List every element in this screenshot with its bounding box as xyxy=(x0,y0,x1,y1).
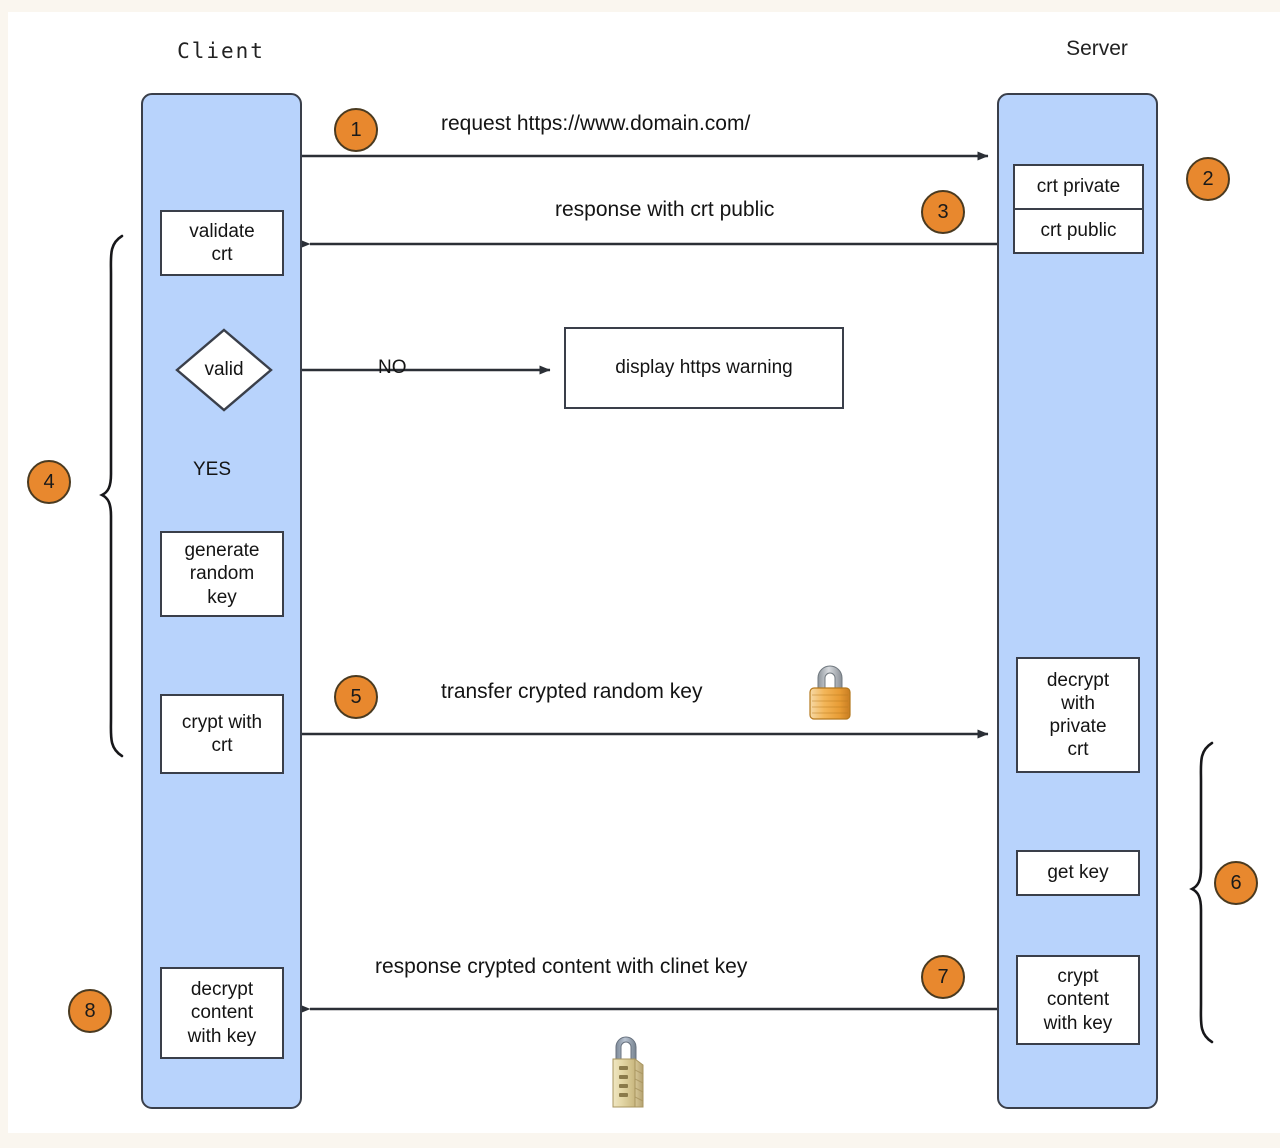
message-transfer-key: transfer crypted random key xyxy=(441,680,703,703)
node-generate-random-key: generate random key xyxy=(160,531,284,617)
badge-5: 5 xyxy=(334,675,378,719)
badge-8: 8 xyxy=(68,989,112,1033)
badge-2: 2 xyxy=(1186,157,1230,201)
badge-6: 6 xyxy=(1214,861,1258,905)
label-no: NO xyxy=(378,357,407,378)
combination-padlock-icon xyxy=(602,1031,650,1109)
node-decrypt-with-private-crt: decrypt with private crt xyxy=(1016,657,1140,773)
message-cert-response: response with crt public xyxy=(555,198,775,221)
brace-server-group xyxy=(1189,741,1214,1044)
message-request: request https://www.domain.com/ xyxy=(441,112,751,135)
node-crypt-content-with-key: crypt content with key xyxy=(1016,955,1140,1045)
node-cert-stack: crt private crt public xyxy=(1013,164,1144,254)
lane-title-client: Client xyxy=(177,39,265,63)
node-get-key: get key xyxy=(1016,850,1140,896)
message-response-content: response crypted content with clinet key xyxy=(375,955,748,978)
closed-padlock-icon xyxy=(804,660,856,722)
badge-4: 4 xyxy=(27,460,71,504)
node-validate-crt: validate crt xyxy=(160,210,284,276)
badge-1: 1 xyxy=(334,108,378,152)
node-display-https-warning: display https warning xyxy=(564,327,844,409)
lane-title-server: Server xyxy=(1066,37,1128,60)
diagram-canvas: Client Server validate crt valid YES gene… xyxy=(8,12,1280,1133)
node-valid-decision: valid xyxy=(175,328,273,412)
label-yes: YES xyxy=(193,459,232,480)
node-crt-public: crt public xyxy=(1015,208,1142,252)
node-crypt-with-crt: crypt with crt xyxy=(160,694,284,774)
badge-7: 7 xyxy=(921,955,965,999)
brace-client-group xyxy=(99,234,124,758)
badge-3: 3 xyxy=(921,190,965,234)
valid-decision-label: valid xyxy=(204,359,244,380)
node-decrypt-content-with-key: decrypt content with key xyxy=(160,967,284,1059)
node-crt-private: crt private xyxy=(1036,176,1121,197)
